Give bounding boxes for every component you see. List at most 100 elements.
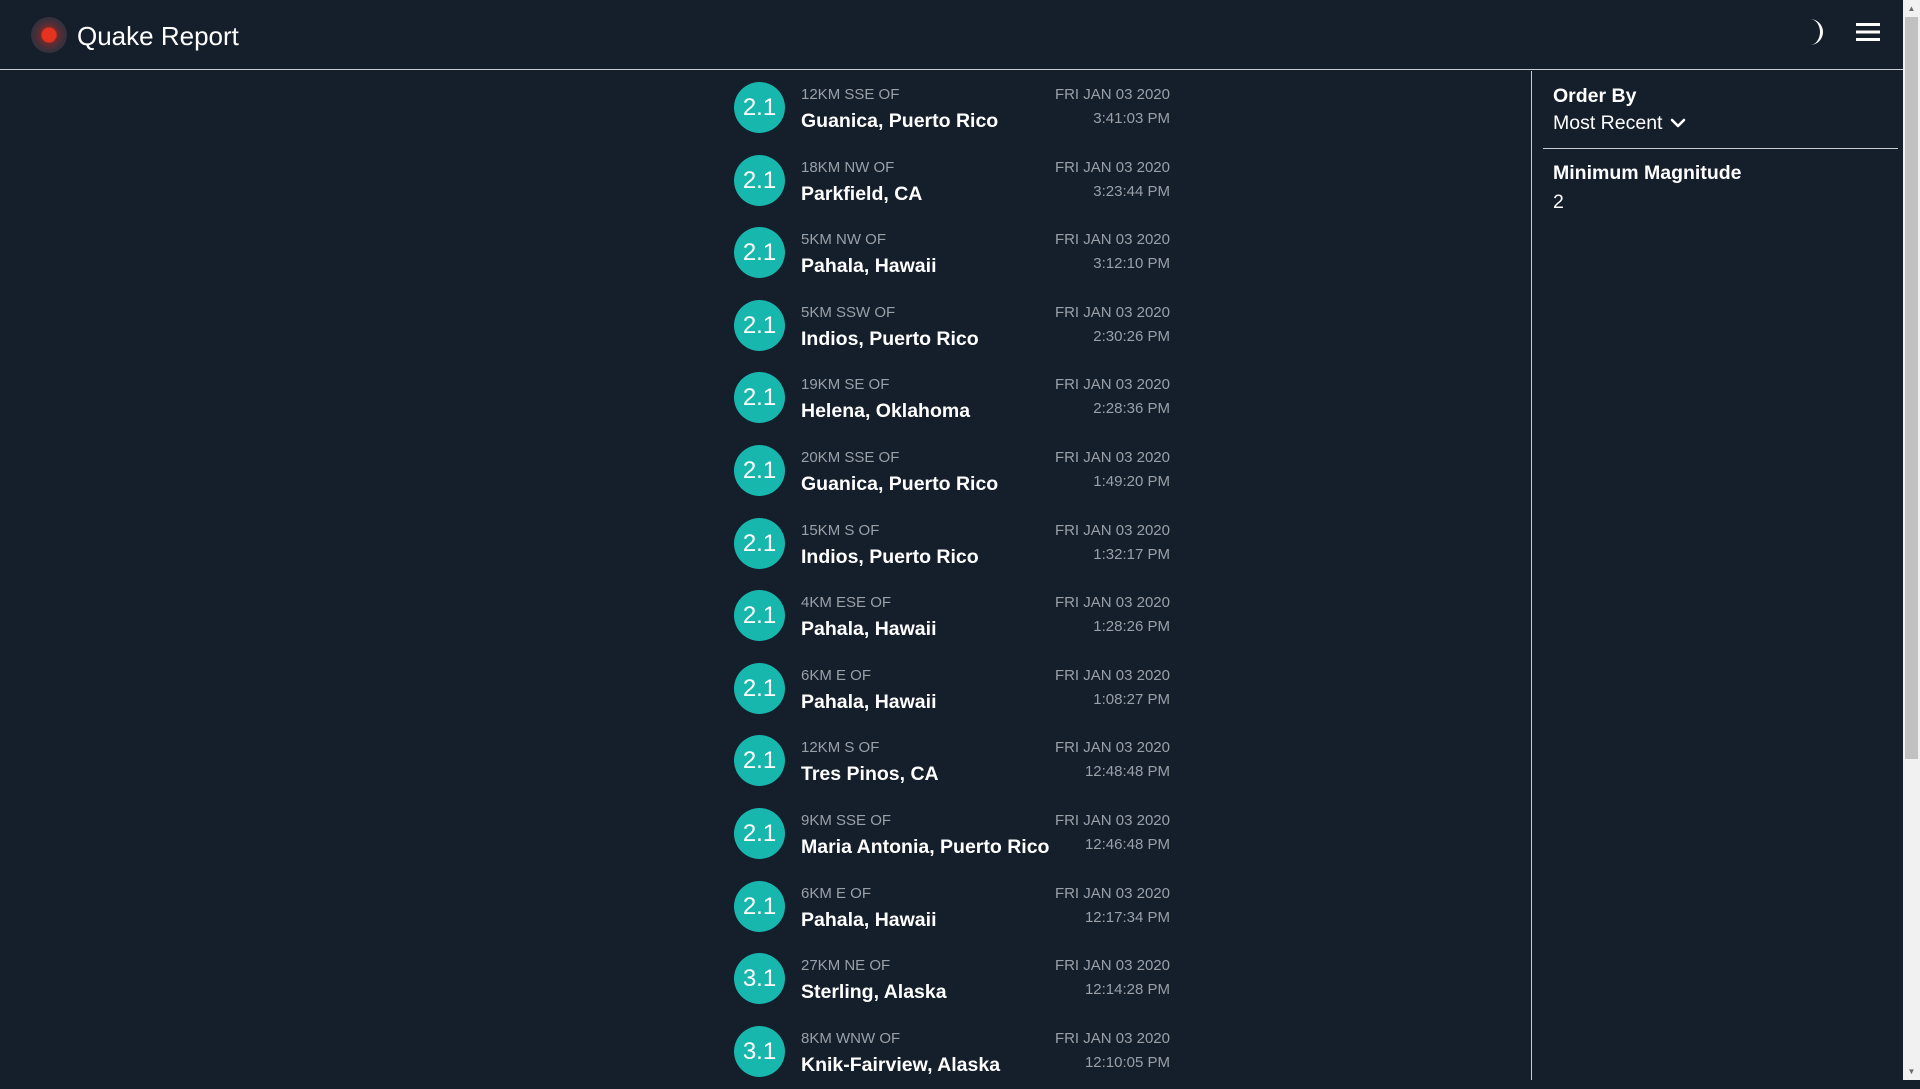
earthquake-list: 2.1 12KM SSE OF Guanica, Puerto Rico FRI… [734,73,1174,1089]
location-offset: 20KM SSE OF [801,448,900,466]
quake-list-item[interactable]: 2.1 20KM SSE OF Guanica, Puerto Rico FRI… [734,436,1174,509]
location-offset: 5KM SSW OF [801,303,896,321]
location-name: Guanica, Puerto Rico [801,472,999,495]
quake-list-item[interactable]: 2.1 9KM SSE OF Maria Antonia, Puerto Ric… [734,799,1174,872]
order-by-label: Order By [1553,85,1637,107]
min-magnitude-label: Minimum Magnitude [1553,162,1742,184]
location-offset: 5KM NW OF [801,231,886,249]
magnitude-badge: 2.1 [734,154,785,206]
quake-list-item[interactable]: 2.1 15KM S OF Indios, Puerto Rico FRI JA… [734,509,1174,582]
app-header: Quake Report [0,0,1903,70]
location-offset: 19KM SE OF [801,376,890,394]
quake-time: 2:30:26 PM [1093,327,1170,345]
quake-date: FRI JAN 03 2020 [1054,957,1170,975]
magnitude-badge: 2.1 [734,662,785,714]
location-offset: 4KM ESE OF [801,594,892,612]
app-title: Quake Report [77,21,239,51]
quake-list-item[interactable]: 3.1 27KM NE OF Sterling, Alaska FRI JAN … [734,944,1174,1017]
moon-icon[interactable] [1802,17,1828,47]
location-offset: 9KM SSE OF [801,811,892,829]
filter-sidebar: Order By Most Recent Minimum Magnitude 2 [1531,71,1903,1080]
location-offset: 18KM NW OF [801,158,895,176]
scrollbar-thumb[interactable] [1905,17,1918,759]
magnitude-badge: 2.1 [734,880,785,932]
quake-list-item[interactable]: 2.1 19KM SE OF Helena, Oklahoma FRI JAN … [734,363,1174,436]
quake-list-item[interactable]: 2.1 6KM E OF Pahala, Hawaii FRI JAN 03 2… [734,654,1174,727]
location-name: Tres Pinos, CA [801,763,939,786]
quake-list-item[interactable]: 2.1 12KM SSE OF Guanica, Puerto Rico FRI… [734,73,1174,146]
order-by-value: Most Recent [1553,112,1663,134]
quake-list-item[interactable]: 2.1 5KM NW OF Pahala, Hawaii FRI JAN 03 … [734,218,1174,291]
quake-date: FRI JAN 03 2020 [1054,594,1170,612]
quake-time: 1:08:27 PM [1093,690,1170,708]
quake-date: FRI JAN 03 2020 [1054,884,1170,902]
location-offset: 15KM S OF [801,521,880,539]
location-name: Sterling, Alaska [801,981,947,1004]
sidebar-divider [1543,148,1898,149]
quake-time: 1:28:26 PM [1093,618,1170,636]
location-offset: 6KM E OF [801,884,872,902]
magnitude-badge: 2.1 [734,299,785,351]
location-name: Indios, Puerto Rico [801,545,979,568]
magnitude-badge: 2.1 [734,82,785,133]
magnitude-badge: 2.1 [734,517,785,569]
quake-date: FRI JAN 03 2020 [1054,86,1170,103]
red-dot-logo-icon [31,17,67,53]
location-name: Helena, Oklahoma [801,400,971,423]
scroll-down-arrow-icon[interactable]: ▼ [1903,1063,1920,1080]
quake-time: 12:17:34 PM [1084,908,1170,926]
quake-list-item[interactable]: 2.1 6KM E OF Pahala, Hawaii FRI JAN 03 2… [734,872,1174,945]
quake-time: 2:28:36 PM [1093,400,1170,418]
magnitude-badge: 2.1 [734,372,785,424]
location-name: Pahala, Hawaii [801,255,937,278]
hamburger-menu-icon[interactable] [1856,20,1880,44]
location-name: Guanica, Puerto Rico [801,110,999,132]
quake-time: 12:14:28 PM [1084,981,1170,999]
order-by-dropdown[interactable]: Most Recent [1553,111,1686,135]
location-name: Knik-Fairview, Alaska [801,1053,1001,1076]
scroll-up-arrow-icon[interactable]: ▲ [1903,0,1920,17]
quake-date: FRI JAN 03 2020 [1054,521,1170,539]
quake-date: FRI JAN 03 2020 [1054,1029,1170,1047]
quake-date: FRI JAN 03 2020 [1054,811,1170,829]
location-offset: 12KM S OF [801,739,880,757]
quake-date: FRI JAN 03 2020 [1054,231,1170,249]
chevron-down-icon [1671,118,1686,128]
quake-date: FRI JAN 03 2020 [1054,158,1170,176]
location-name: Maria Antonia, Puerto Rico [801,835,1050,858]
min-magnitude-value[interactable]: 2 [1553,190,1564,214]
quake-time: 3:41:03 PM [1093,110,1170,127]
magnitude-badge: 2.1 [734,590,785,642]
magnitude-badge: 2.1 [734,735,785,787]
quake-date: FRI JAN 03 2020 [1054,448,1170,466]
location-name: Pahala, Hawaii [801,690,937,713]
quake-time: 1:49:20 PM [1093,472,1170,490]
location-offset: 6KM E OF [801,666,872,684]
quake-time: 1:32:17 PM [1093,545,1170,563]
quake-time: 12:48:48 PM [1084,763,1170,781]
quake-list-item[interactable]: 2.1 5KM SSW OF Indios, Puerto Rico FRI J… [734,291,1174,364]
location-offset: 12KM SSE OF [801,86,900,103]
location-name: Parkfield, CA [801,182,923,205]
location-offset: 27KM NE OF [801,957,891,975]
quake-date: FRI JAN 03 2020 [1054,303,1170,321]
magnitude-badge: 2.1 [734,227,785,279]
magnitude-badge: 2.1 [734,807,785,859]
quake-list-item[interactable]: 2.1 18KM NW OF Parkfield, CA FRI JAN 03 … [734,146,1174,219]
quake-list-item[interactable]: 3.1 8KM WNW OF Knik-Fairview, Alaska FRI… [734,1017,1174,1089]
location-name: Indios, Puerto Rico [801,327,979,350]
magnitude-badge: 3.1 [734,1025,785,1077]
location-name: Pahala, Hawaii [801,618,937,641]
quake-date: FRI JAN 03 2020 [1054,376,1170,394]
quake-date: FRI JAN 03 2020 [1054,666,1170,684]
quake-list-item[interactable]: 2.1 12KM S OF Tres Pinos, CA FRI JAN 03 … [734,726,1174,799]
quake-date: FRI JAN 03 2020 [1054,739,1170,757]
page-scrollbar[interactable]: ▲ ▼ [1903,0,1920,1080]
quake-time: 12:10:05 PM [1084,1053,1170,1071]
magnitude-badge: 2.1 [734,444,785,496]
quake-list-item[interactable]: 2.1 4KM ESE OF Pahala, Hawaii FRI JAN 03… [734,581,1174,654]
location-offset: 8KM WNW OF [801,1029,901,1047]
location-name: Pahala, Hawaii [801,908,937,931]
quake-time: 3:12:10 PM [1093,255,1170,273]
quake-time: 12:46:48 PM [1084,835,1170,853]
